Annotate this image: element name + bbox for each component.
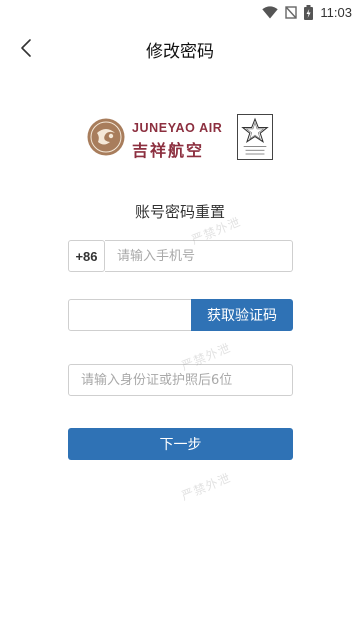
status-icons: 11:03 bbox=[262, 3, 352, 21]
phone-input[interactable] bbox=[105, 240, 293, 272]
brand-logos: JUNEYAO AIR 吉祥航空 bbox=[86, 112, 276, 162]
status-bar: 11:03 bbox=[0, 0, 360, 24]
next-step-button[interactable]: 下一步 bbox=[68, 428, 293, 460]
navigation-bar: 修改密码 bbox=[0, 24, 360, 72]
section-title: 账号密码重置 bbox=[134, 203, 225, 221]
get-code-button[interactable]: 获取验证码 bbox=[191, 299, 293, 331]
verification-code-row: 获取验证码 bbox=[68, 299, 293, 331]
id-number-input[interactable] bbox=[68, 364, 293, 396]
no-signal-icon bbox=[285, 5, 298, 19]
wifi-icon bbox=[262, 5, 279, 18]
brand-name-en: JUNEYAO AIR bbox=[132, 121, 223, 135]
battery-charging-icon bbox=[304, 4, 314, 20]
brand-name-cn: 吉祥航空 bbox=[132, 141, 205, 160]
watermark-text: 严禁外泄 bbox=[179, 470, 233, 504]
airline-seal-logo bbox=[87, 118, 125, 156]
page-title: 修改密码 bbox=[146, 42, 214, 62]
star-award-badge-icon bbox=[237, 114, 273, 160]
phone-row: +86 bbox=[68, 240, 293, 272]
verification-code-input[interactable] bbox=[68, 299, 192, 331]
country-code-selector[interactable]: +86 bbox=[68, 240, 105, 272]
status-time: 11:03 bbox=[320, 4, 352, 20]
